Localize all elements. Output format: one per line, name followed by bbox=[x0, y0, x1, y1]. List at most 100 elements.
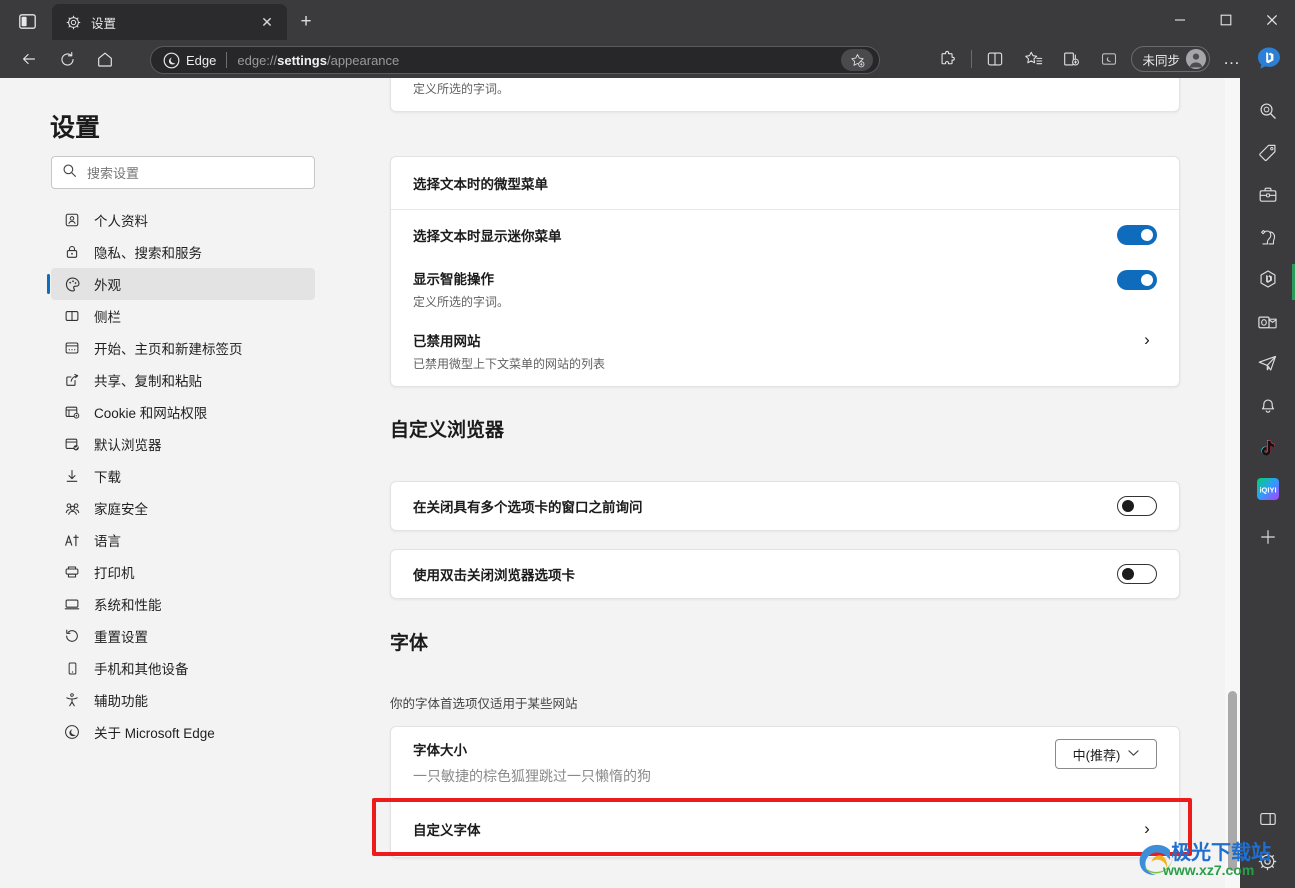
sidebar-item-cookies[interactable]: Cookie 和网站权限 bbox=[51, 396, 315, 428]
gear-icon bbox=[64, 13, 82, 31]
bing-hex-icon[interactable] bbox=[1251, 262, 1285, 296]
tab-title: 设置 bbox=[91, 16, 117, 31]
add-favorite-button[interactable] bbox=[841, 49, 873, 71]
sidebar-item-system-performance[interactable]: 系统和性能 bbox=[51, 588, 315, 620]
sidebar-item-reset-settings[interactable]: 重置设置 bbox=[51, 620, 315, 652]
maximize-button[interactable] bbox=[1203, 0, 1249, 40]
collections-icon bbox=[1064, 52, 1080, 66]
show-mini-menu-toggle[interactable] bbox=[1117, 225, 1157, 245]
sidebar-item-about-edge[interactable]: 关于 Microsoft Edge bbox=[51, 716, 315, 748]
split-screen-button[interactable] bbox=[980, 44, 1010, 74]
custom-fonts-row[interactable]: 自定义字体 › bbox=[391, 801, 1179, 857]
sidebar-item-share-copy-paste[interactable]: 共享、复制和粘贴 bbox=[51, 364, 315, 396]
default-browser-icon bbox=[63, 435, 81, 453]
sidebar-item-label: 个人资料 bbox=[94, 214, 148, 229]
sidebar-item-label: 隐私、搜索和服务 bbox=[94, 246, 202, 261]
show-smart-actions-row: 显示智能操作 定义所选的字词。 bbox=[391, 260, 1179, 320]
fonts-card: 字体大小 一只敏捷的棕色狐狸跳过一只懒惰的狗 中(推荐) 自定义字体 › bbox=[390, 726, 1180, 858]
sidebar-item-profile[interactable]: 个人资料 bbox=[51, 204, 315, 236]
copilot-button[interactable] bbox=[1255, 45, 1283, 73]
sidebar-item-label: 侧栏 bbox=[94, 310, 121, 325]
row-title: 已禁用网站 bbox=[413, 334, 481, 349]
edge-icon bbox=[63, 723, 81, 741]
url-prefix: edge:// bbox=[237, 52, 278, 68]
browser-essentials-icon bbox=[1102, 53, 1117, 65]
search-input[interactable]: 搜索设置 bbox=[51, 156, 315, 189]
sidebar-item-languages[interactable]: 语言 bbox=[51, 524, 315, 556]
sidebar-item-default-browser[interactable]: 默认浏览器 bbox=[51, 428, 315, 460]
sidebar-item-privacy[interactable]: 隐私、搜索和服务 bbox=[51, 236, 315, 268]
browser-tab[interactable]: 设置 ✕ bbox=[52, 4, 287, 40]
sidebar-item-sidebar[interactable]: 侧栏 bbox=[51, 300, 315, 332]
row-subtitle: 已禁用微型上下文菜单的网站的列表 bbox=[413, 357, 606, 371]
sidebar-toggle-icon[interactable] bbox=[1251, 802, 1285, 836]
outlook-icon[interactable] bbox=[1251, 304, 1285, 338]
tools-icon[interactable] bbox=[1251, 178, 1285, 212]
font-sample-text: 一只敏捷的棕色狐狸跳过一只懒惰的狗 bbox=[413, 768, 651, 784]
sidebar-item-appearance[interactable]: 外观 bbox=[47, 268, 315, 300]
reset-icon bbox=[63, 627, 81, 645]
close-button[interactable] bbox=[1249, 0, 1295, 40]
back-button[interactable] bbox=[14, 44, 44, 74]
address-bar[interactable]: Edge edge://settings/appearance bbox=[150, 46, 880, 74]
more-options-button[interactable]: … bbox=[1217, 44, 1247, 74]
fonts-subtitle: 你的字体首选项仅适用于某些网站 bbox=[390, 697, 578, 711]
bing-copilot-icon bbox=[1258, 47, 1280, 69]
collections-button[interactable] bbox=[1056, 44, 1086, 74]
content-scrollbar[interactable] bbox=[1225, 78, 1240, 888]
add-icon[interactable] bbox=[1251, 520, 1285, 554]
bell-icon[interactable] bbox=[1251, 388, 1285, 422]
extensions-button[interactable] bbox=[933, 44, 963, 74]
extensions-icon bbox=[942, 50, 956, 65]
sidebar-item-downloads[interactable]: 下载 bbox=[51, 460, 315, 492]
sidebar-item-label: 外观 bbox=[94, 278, 121, 293]
new-tab-button[interactable]: + bbox=[292, 9, 320, 35]
search-icon[interactable] bbox=[1251, 94, 1285, 128]
show-smart-actions-toggle[interactable] bbox=[1117, 270, 1157, 290]
customize-browser-heading: 自定义浏览器 bbox=[390, 420, 505, 441]
omnibox-divider bbox=[226, 52, 228, 68]
sidebar-item-start-home-newtab[interactable]: 开始、主页和新建标签页 bbox=[51, 332, 315, 364]
tab-actions-button[interactable] bbox=[10, 8, 44, 34]
close-window-confirm-toggle[interactable] bbox=[1117, 496, 1157, 516]
font-size-select[interactable]: 中(推荐) bbox=[1055, 739, 1157, 769]
tab-close-button[interactable]: ✕ bbox=[255, 10, 279, 34]
mini-menu-card: 选择文本时的微型菜单 选择文本时显示迷你菜单 显示智能操作 定义所选的字词。 已… bbox=[390, 156, 1180, 387]
disabled-sites-row[interactable]: 已禁用网站 已禁用微型上下文菜单的网站的列表 › bbox=[391, 320, 1179, 386]
split-screen-icon bbox=[988, 52, 1003, 66]
sidebar-item-accessibility[interactable]: 辅助功能 bbox=[51, 684, 315, 716]
price-tag-icon[interactable] bbox=[1251, 136, 1285, 170]
sidebar-item-label: 语言 bbox=[94, 534, 121, 549]
profile-icon bbox=[63, 211, 81, 229]
toggle-knob bbox=[1122, 568, 1134, 580]
sidebar-item-phone-devices[interactable]: 手机和其他设备 bbox=[51, 652, 315, 684]
sidebar-item-family-safety[interactable]: 家庭安全 bbox=[51, 492, 315, 524]
telegram-icon[interactable] bbox=[1251, 346, 1285, 380]
show-mini-menu-row: 选择文本时显示迷你菜单 bbox=[391, 210, 1179, 260]
settings-gear-icon[interactable] bbox=[1251, 844, 1285, 878]
double-click-close-toggle[interactable] bbox=[1117, 564, 1157, 584]
system-icon bbox=[63, 595, 81, 613]
favorites-button[interactable] bbox=[1018, 44, 1048, 74]
scrollbar-thumb[interactable] bbox=[1228, 691, 1237, 871]
row-title: 显示智能操作 bbox=[413, 272, 494, 287]
games-icon[interactable] bbox=[1251, 220, 1285, 254]
profile-button[interactable]: 未同步 bbox=[1131, 46, 1210, 72]
home-button[interactable] bbox=[90, 44, 120, 74]
sidebar-icon bbox=[63, 307, 81, 325]
sidebar-item-printers[interactable]: 打印机 bbox=[51, 556, 315, 588]
minimize-button[interactable] bbox=[1157, 0, 1203, 40]
settings-page: 设置 搜索设置 个人资料 隐私、搜索和服务 外观 侧栏 开始、主页和新建标签页 … bbox=[0, 78, 1240, 888]
chevron-right-icon: › bbox=[1144, 819, 1150, 838]
tiktok-icon[interactable] bbox=[1251, 430, 1285, 464]
download-icon bbox=[63, 467, 81, 485]
smart-actions-row: 显示智能操作 定义所选的字词。 bbox=[391, 78, 1179, 111]
browser-essentials-button[interactable] bbox=[1094, 44, 1124, 74]
omnibox-brand-label: Edge bbox=[186, 52, 217, 68]
profile-label: 未同步 bbox=[1142, 53, 1180, 68]
printer-icon bbox=[63, 563, 81, 581]
iqiyi-icon[interactable]: iQIYI bbox=[1251, 472, 1285, 506]
svg-text:iQIYI: iQIYI bbox=[1259, 485, 1276, 494]
row-subtitle: 定义所选的字词。 bbox=[413, 82, 510, 96]
refresh-button[interactable] bbox=[52, 44, 82, 74]
